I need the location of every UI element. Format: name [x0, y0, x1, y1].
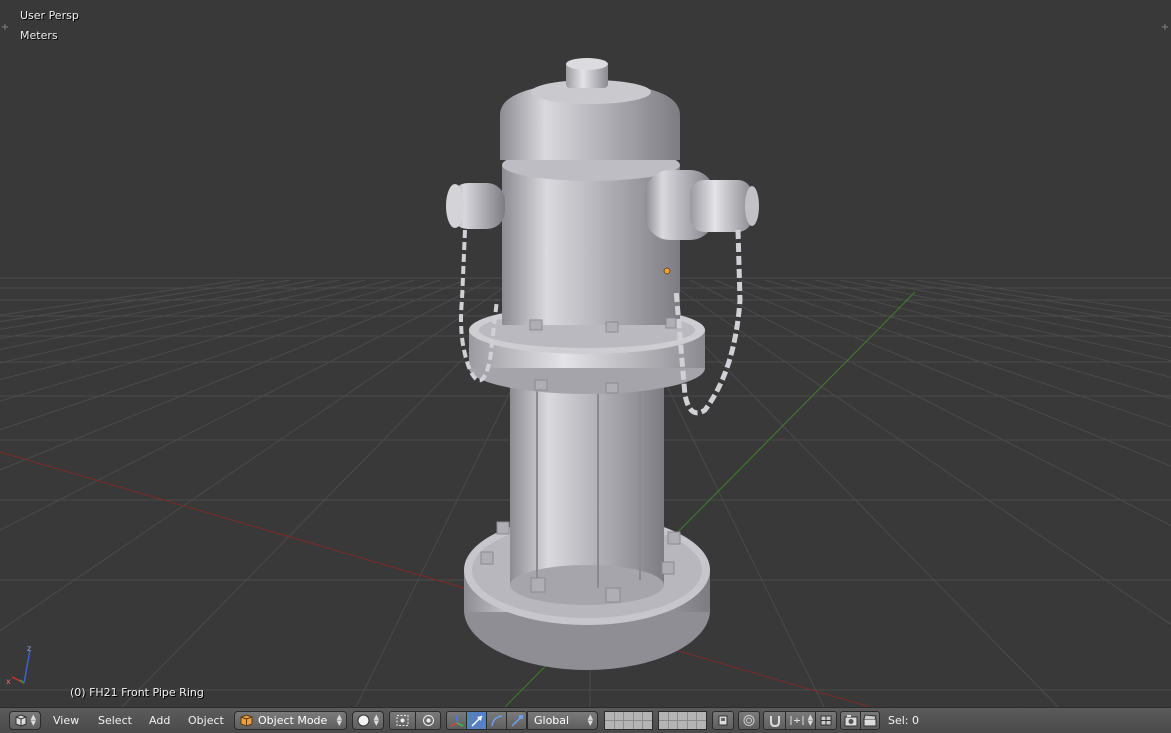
- layers-group-1[interactable]: [604, 711, 653, 730]
- translate-button[interactable]: [467, 712, 487, 729]
- layer-20[interactable]: [697, 721, 706, 729]
- clapperboard-icon: [863, 714, 877, 727]
- rotate-button[interactable]: [487, 712, 507, 729]
- pivot-point-button[interactable]: [390, 712, 416, 729]
- proportional-edit-button[interactable]: [738, 711, 760, 730]
- units-label: Meters: [20, 29, 58, 42]
- chevron-updown-icon: ▲ ▼: [373, 713, 379, 727]
- svg-text:z: z: [27, 644, 31, 653]
- chevron-updown-icon: ▲ ▼: [30, 713, 36, 727]
- fire-hydrant-model: [446, 58, 759, 670]
- proportional-edit-icon: [743, 715, 755, 726]
- axis-gizmo: z x: [6, 644, 31, 686]
- layer-18[interactable]: [678, 721, 687, 729]
- menu-object[interactable]: Object: [188, 713, 224, 729]
- snap-magnet-icon: [770, 716, 780, 727]
- manipulator-toggle-button[interactable]: [447, 712, 467, 729]
- rotate-icon: [491, 715, 503, 727]
- scale-icon: [511, 715, 523, 727]
- layer-19[interactable]: [687, 721, 697, 729]
- snap-toggle-button[interactable]: [764, 712, 786, 729]
- properties-expand-icon[interactable]: +: [1160, 21, 1170, 35]
- layer-13[interactable]: [624, 721, 633, 729]
- view-name-label: User Persp: [20, 9, 79, 22]
- viewport-scene: z x: [0, 58, 1171, 707]
- menu-view[interactable]: View: [53, 713, 79, 729]
- layer-8[interactable]: [678, 712, 687, 720]
- render-camera-icon: [844, 715, 858, 727]
- pivot-center-icon: [423, 715, 434, 726]
- lock-layers-button[interactable]: [712, 711, 734, 730]
- menu-select[interactable]: Select: [98, 713, 132, 729]
- orientation-selector[interactable]: Global ▲ ▼: [527, 711, 598, 730]
- viewport-shading-button[interactable]: ▲ ▼: [352, 711, 384, 730]
- menu-add[interactable]: Add: [149, 713, 170, 729]
- manipulator-toggle-icon: [450, 715, 464, 727]
- svg-text:x: x: [6, 677, 11, 686]
- editor-type-button[interactable]: ▲ ▼: [9, 711, 41, 730]
- object-cube-icon: [240, 714, 253, 727]
- mode-label: Object Mode: [258, 714, 328, 727]
- layer-1[interactable]: [605, 712, 614, 720]
- snap-element-button[interactable]: ▲ ▼: [786, 712, 816, 729]
- layer-14[interactable]: [633, 721, 643, 729]
- snap-group: ▲ ▼: [763, 711, 837, 730]
- snap-increment-icon: [790, 716, 804, 725]
- object-origin-dot: [663, 267, 671, 275]
- layer-6[interactable]: [659, 712, 668, 720]
- pivot-align-button[interactable]: [416, 712, 441, 729]
- chevron-updown-icon: ▲ ▼: [587, 713, 593, 727]
- chevron-updown-icon: ▲ ▼: [336, 713, 342, 727]
- layer-3[interactable]: [624, 712, 633, 720]
- 3d-view-header: ▲ ▼ View Select Add Object Object Mode ▲ ▼…: [0, 707, 1171, 733]
- layer-2[interactable]: [614, 712, 624, 720]
- solid-sphere-icon: [357, 714, 370, 727]
- layer-16[interactable]: [659, 721, 668, 729]
- toolbar-expand-icon[interactable]: +: [0, 21, 10, 35]
- scale-button[interactable]: [507, 712, 527, 729]
- manipulator-group: [446, 711, 527, 730]
- selection-count: Sel: 0: [888, 714, 920, 727]
- render-animation-button[interactable]: [861, 712, 880, 729]
- layer-10[interactable]: [697, 712, 706, 720]
- layer-4[interactable]: [633, 712, 643, 720]
- layer-17[interactable]: [668, 721, 678, 729]
- translate-icon: [471, 715, 483, 727]
- layer-7[interactable]: [668, 712, 678, 720]
- render-group: [840, 711, 880, 730]
- layer-9[interactable]: [687, 712, 697, 720]
- mode-selector[interactable]: Object Mode ▲ ▼: [234, 711, 347, 730]
- snap-target-button[interactable]: [816, 712, 837, 729]
- pivot-group: [389, 711, 441, 730]
- layers-group-2[interactable]: [658, 711, 707, 730]
- layer-5[interactable]: [643, 712, 652, 720]
- chevron-updown-icon: ▲ ▼: [807, 713, 813, 727]
- layer-15[interactable]: [643, 721, 652, 729]
- orientation-label: Global: [534, 714, 570, 727]
- lock-layers-icon: [718, 715, 728, 726]
- pivot-bounding-box-icon: [396, 715, 409, 726]
- layer-12[interactable]: [614, 721, 624, 729]
- snap-grid-icon: [820, 715, 832, 726]
- active-object-label: (0) FH21 Front Pipe Ring: [70, 686, 204, 699]
- render-opengl-button[interactable]: [841, 712, 861, 729]
- 3d-viewport[interactable]: z x User Persp Meters (0) FH21 Front Pip…: [0, 0, 1171, 707]
- 3d-view-icon: [15, 714, 27, 727]
- layer-11[interactable]: [605, 721, 614, 729]
